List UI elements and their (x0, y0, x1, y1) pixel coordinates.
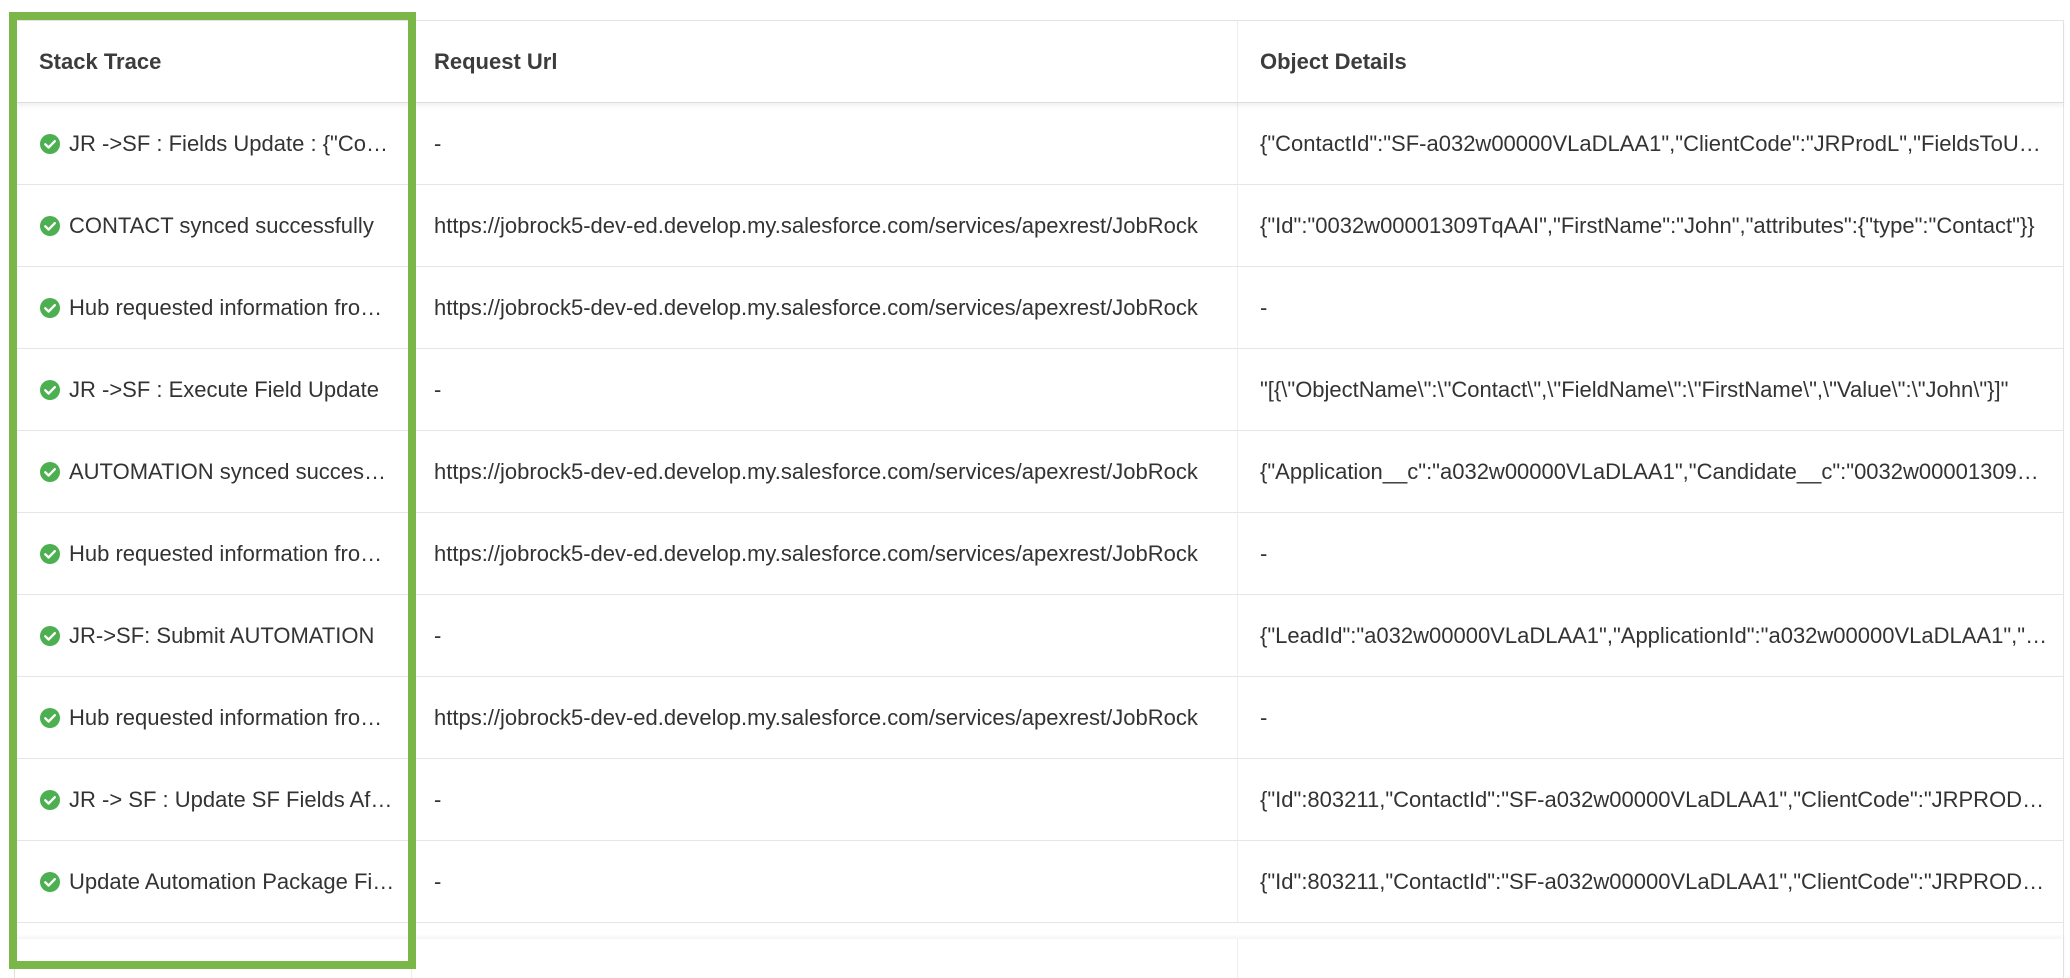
footer-cell (15, 939, 411, 978)
stack-trace-text: JR ->SF : Execute Field Update (69, 376, 379, 402)
request-url-cell[interactable]: https://jobrock5-dev-ed.develop.my.sales… (411, 185, 1237, 266)
column-header-label: Request Url (434, 48, 558, 74)
table-footer-row (15, 939, 2063, 978)
check-circle-icon (39, 789, 61, 811)
footer-cell (1237, 939, 2063, 978)
column-header-object-details[interactable]: Object Details (1237, 21, 2063, 102)
stack-trace-cell[interactable]: Hub requested information from Salesforc… (15, 513, 411, 594)
stack-trace-cell[interactable]: Update Automation Package Fields (15, 841, 411, 922)
stack-trace-cell[interactable]: JR ->SF : Fields Update : {"ContactId":"… (15, 103, 411, 184)
request-url-text: - (434, 622, 442, 648)
object-details-cell[interactable]: {"Application__c":"a032w00000VLaDLAA1","… (1237, 431, 2063, 512)
object-details-cell[interactable]: {"LeadId":"a032w00000VLaDLAA1","Applicat… (1237, 595, 2063, 676)
check-circle-icon (39, 461, 61, 483)
request-url-text: https://jobrock5-dev-ed.develop.my.sales… (434, 294, 1198, 320)
table-row[interactable]: Update Automation Package Fields - {"Id":8… (15, 841, 2063, 923)
object-details-cell[interactable]: - (1237, 677, 2063, 758)
table-row[interactable]: Hub requested information from Salesforc… (15, 267, 2063, 349)
object-details-text: - (1260, 294, 1268, 320)
object-details-cell[interactable]: {"Id":"0032w00001309TqAAI","FirstName":"… (1237, 185, 2063, 266)
table-row[interactable]: JR ->SF : Execute Field Update - "[{\"Obje… (15, 349, 2063, 431)
request-url-cell[interactable]: - (411, 759, 1237, 840)
object-details-cell[interactable]: - (1237, 513, 2063, 594)
column-header-stack-trace[interactable]: Stack Trace (15, 21, 411, 102)
table-row[interactable]: JR->SF: Submit AUTOMATION - {"LeadId":"a03… (15, 595, 2063, 677)
check-circle-icon (39, 625, 61, 647)
stack-trace-text: Update Automation Package Fields (69, 868, 397, 894)
column-header-label: Stack Trace (39, 48, 162, 74)
request-url-cell[interactable]: https://jobrock5-dev-ed.develop.my.sales… (411, 431, 1237, 512)
check-circle-icon (39, 543, 61, 565)
stack-trace-text: JR -> SF : Update SF Fields After Submit (69, 786, 397, 812)
column-header-request-url[interactable]: Request Url (411, 21, 1237, 102)
footer-cell (411, 939, 1237, 978)
stack-trace-text: CONTACT synced successfully (69, 212, 374, 238)
table-row[interactable]: JR ->SF : Fields Update : {"ContactId":"… (15, 103, 2063, 185)
request-url-text: https://jobrock5-dev-ed.develop.my.sales… (434, 212, 1198, 238)
table-row[interactable]: Hub requested information from Salesforc… (15, 677, 2063, 759)
object-details-cell[interactable]: {"Id":803211,"ContactId":"SF-a032w00000V… (1237, 841, 2063, 922)
request-url-text: - (434, 130, 442, 156)
object-details-text: {"LeadId":"a032w00000VLaDLAA1","Applicat… (1260, 622, 2049, 648)
stack-trace-text: Hub requested information from Salesforc… (69, 294, 397, 320)
object-details-text: {"Id":803211,"ContactId":"SF-a032w00000V… (1260, 868, 2049, 894)
stack-trace-table: Stack Trace Request Url Object Details J… (14, 20, 2064, 978)
request-url-text: https://jobrock5-dev-ed.develop.my.sales… (434, 458, 1198, 484)
stack-trace-cell[interactable]: CONTACT synced successfully (15, 185, 411, 266)
stack-trace-cell[interactable]: Hub requested information from Salesforc… (15, 677, 411, 758)
request-url-cell[interactable]: https://jobrock5-dev-ed.develop.my.sales… (411, 677, 1237, 758)
object-details-text: - (1260, 704, 1268, 730)
stack-trace-text: JR->SF: Submit AUTOMATION (69, 622, 375, 648)
request-url-cell[interactable]: - (411, 349, 1237, 430)
check-circle-icon (39, 133, 61, 155)
stack-trace-text: Hub requested information from Salesforc… (69, 540, 397, 566)
object-details-text: - (1260, 540, 1268, 566)
request-url-cell[interactable]: - (411, 841, 1237, 922)
request-url-cell[interactable]: - (411, 595, 1237, 676)
stack-trace-cell[interactable]: JR -> SF : Update SF Fields After Submit (15, 759, 411, 840)
request-url-text: https://jobrock5-dev-ed.develop.my.sales… (434, 704, 1198, 730)
request-url-text: - (434, 376, 442, 402)
object-details-text: {"ContactId":"SF-a032w00000VLaDLAA1","Cl… (1260, 130, 2049, 156)
stack-trace-text: AUTOMATION synced successfully (69, 458, 397, 484)
object-details-cell[interactable]: - (1237, 267, 2063, 348)
stack-trace-cell[interactable]: JR->SF: Submit AUTOMATION (15, 595, 411, 676)
check-circle-icon (39, 379, 61, 401)
stack-trace-cell[interactable]: AUTOMATION synced successfully (15, 431, 411, 512)
object-details-text: {"Application__c":"a032w00000VLaDLAA1","… (1260, 458, 2049, 484)
request-url-cell[interactable]: https://jobrock5-dev-ed.develop.my.sales… (411, 513, 1237, 594)
object-details-text: {"Id":"0032w00001309TqAAI","FirstName":"… (1260, 212, 2035, 238)
request-url-text: - (434, 786, 442, 812)
request-url-text: - (434, 868, 442, 894)
object-details-cell[interactable]: {"ContactId":"SF-a032w00000VLaDLAA1","Cl… (1237, 103, 2063, 184)
object-details-cell[interactable]: "[{\"ObjectName\":\"Contact\",\"FieldNam… (1237, 349, 2063, 430)
request-url-text: https://jobrock5-dev-ed.develop.my.sales… (434, 540, 1198, 566)
check-circle-icon (39, 707, 61, 729)
stack-trace-cell[interactable]: JR ->SF : Execute Field Update (15, 349, 411, 430)
stack-trace-text: JR ->SF : Fields Update : {"ContactId":"… (69, 130, 397, 156)
table-row[interactable]: Hub requested information from Salesforc… (15, 513, 2063, 595)
object-details-text: "[{\"ObjectName\":\"Contact\",\"FieldNam… (1260, 376, 2009, 402)
table-row[interactable]: JR -> SF : Update SF Fields After Submit… (15, 759, 2063, 841)
check-circle-icon (39, 297, 61, 319)
table-header-row: Stack Trace Request Url Object Details (15, 21, 2063, 103)
check-circle-icon (39, 215, 61, 237)
check-circle-icon (39, 871, 61, 893)
request-url-cell[interactable]: - (411, 103, 1237, 184)
object-details-cell[interactable]: {"Id":803211,"ContactId":"SF-a032w00000V… (1237, 759, 2063, 840)
request-url-cell[interactable]: https://jobrock5-dev-ed.develop.my.sales… (411, 267, 1237, 348)
column-header-label: Object Details (1260, 48, 1407, 74)
stack-trace-text: Hub requested information from Salesforc… (69, 704, 397, 730)
logs-page: Stack Trace Request Url Object Details J… (0, 0, 2070, 978)
table-row[interactable]: AUTOMATION synced successfully https://jo… (15, 431, 2063, 513)
table-row[interactable]: CONTACT synced successfully https://jobro… (15, 185, 2063, 267)
object-details-text: {"Id":803211,"ContactId":"SF-a032w00000V… (1260, 786, 2049, 812)
stack-trace-cell[interactable]: Hub requested information from Salesforc… (15, 267, 411, 348)
